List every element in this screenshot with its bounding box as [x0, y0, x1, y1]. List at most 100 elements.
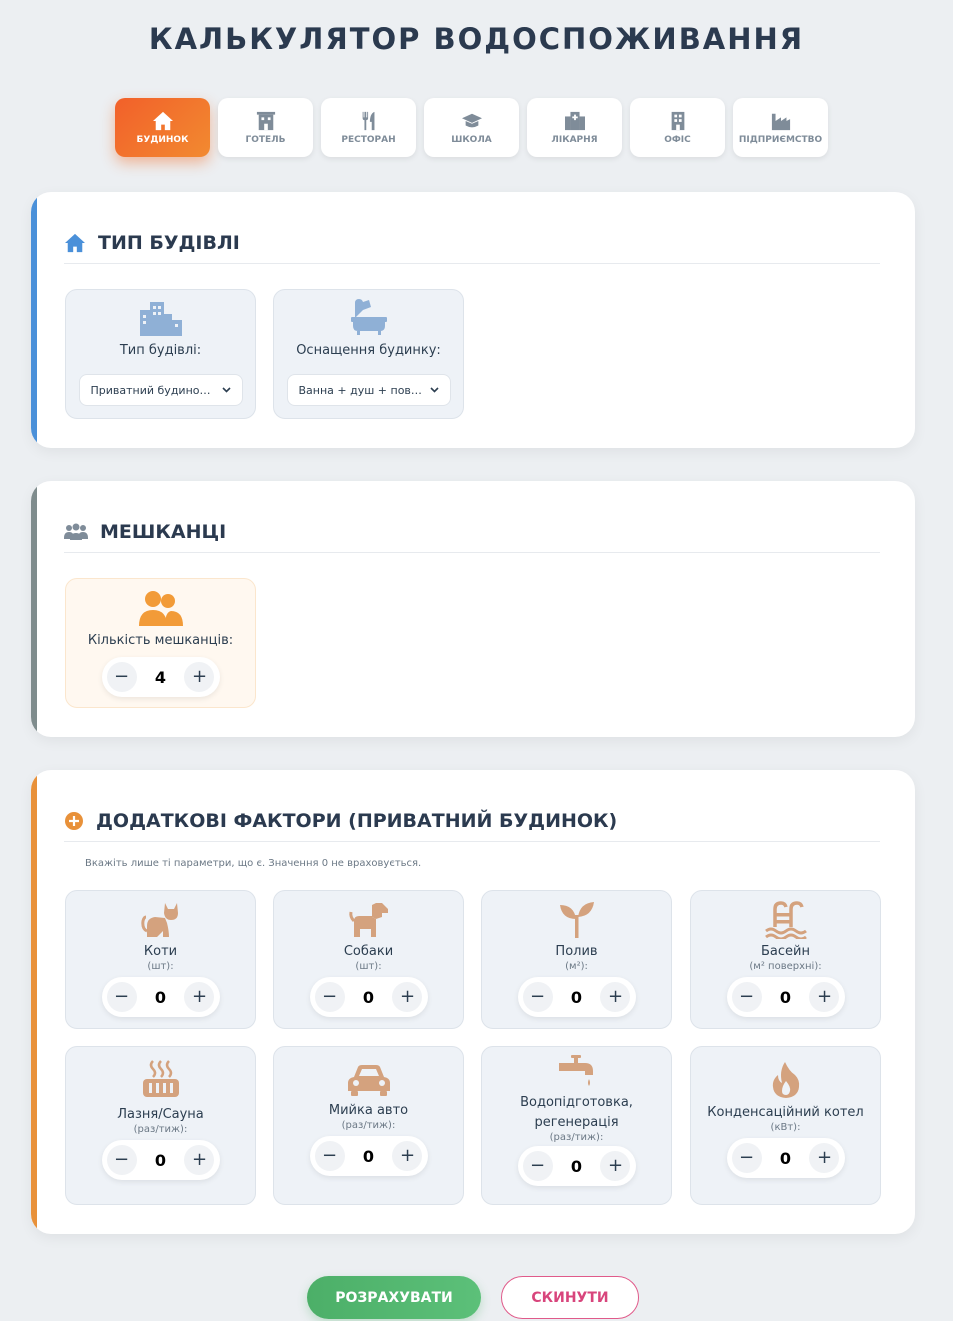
dog-icon	[348, 903, 388, 937]
residents-card: МЕШКАНЦІ Кількість мешканців: − 4 +	[31, 481, 915, 737]
decrement-button[interactable]: −	[106, 1145, 137, 1175]
increment-button[interactable]: +	[392, 982, 423, 1012]
tab-label: ШКОЛА	[451, 134, 492, 145]
faucet-icon	[558, 1055, 593, 1086]
factor-label: Лазня/Сауна	[117, 1107, 204, 1122]
building-type-select[interactable]: Приватний будинок (...	[78, 374, 243, 406]
reset-button[interactable]: СКИНУТИ	[501, 1276, 639, 1319]
plus-circle-icon	[65, 811, 83, 830]
tab-enterprise[interactable]: ПІДПРИЄМСТВО	[733, 98, 828, 157]
residents-count-value[interactable]: 4	[155, 668, 166, 687]
increment-button[interactable]: +	[392, 1141, 423, 1171]
tab-office[interactable]: ОФІС	[630, 98, 725, 157]
sauna-stepper: − 0 +	[101, 1140, 220, 1180]
residents-count-label: Кількість мешканців:	[87, 633, 234, 648]
city-icon	[139, 302, 182, 336]
calculate-button[interactable]: РОЗРАХУВАТИ	[307, 1276, 481, 1319]
pool-tile: Басейн (м² поверхні): − 0 +	[690, 890, 881, 1029]
factor-label: Конденсаційний котел	[707, 1105, 864, 1120]
factor-unit: (шт):	[355, 961, 382, 972]
cat-icon	[140, 903, 178, 937]
factor-value[interactable]: 0	[780, 988, 791, 1007]
select-value: Ванна + душ + повни...	[298, 383, 424, 397]
watering-tile: Полив (м²): − 0 +	[481, 890, 672, 1029]
chevron-down-icon	[429, 387, 439, 393]
building-type-label: Тип будівлі:	[119, 343, 202, 358]
factor-label: Мийка авто	[328, 1103, 409, 1118]
residents-header: МЕШКАНЦІ	[64, 511, 880, 553]
fire-icon	[772, 1062, 799, 1098]
users-icon	[64, 523, 88, 540]
increment-button[interactable]: +	[184, 1145, 215, 1175]
water-treatment-stepper: − 0 +	[517, 1146, 636, 1186]
dogs-tile: Собаки (шт): − 0 +	[273, 890, 464, 1029]
pool-stepper: − 0 +	[726, 977, 845, 1017]
dogs-stepper: − 0 +	[309, 977, 428, 1017]
bath-icon	[350, 299, 387, 335]
pool-icon	[764, 901, 807, 939]
factor-value[interactable]: 0	[363, 1147, 374, 1166]
increment-button[interactable]: +	[809, 1143, 840, 1173]
home-icon	[152, 111, 173, 130]
increment-button[interactable]: +	[600, 982, 631, 1012]
tab-restaurant[interactable]: РЕСТОРАН	[321, 98, 416, 157]
tab-hospital[interactable]: ЛІКАРНЯ	[527, 98, 622, 157]
office-building-icon	[671, 111, 684, 130]
building-type-card: ТИП БУДІВЛІ Тип будівлі: Приватний будин…	[31, 192, 915, 448]
tab-label: ЛІКАРНЯ	[551, 134, 598, 145]
building-tabs: БУДИНОК ГОТЕЛЬ РЕСТОРАН ШКОЛА ЛІКАРНЯ ОФ…	[115, 98, 828, 157]
hotel-icon	[256, 111, 275, 130]
tab-label: РЕСТОРАН	[341, 134, 396, 145]
building-type-tile: Тип будівлі: Приватний будинок (...	[65, 289, 256, 419]
car-wash-tile: Мийка авто (раз/тиж): − 0 +	[273, 1046, 464, 1205]
factor-value[interactable]: 0	[155, 988, 166, 1007]
decrement-button[interactable]: −	[731, 1143, 762, 1173]
increment-button[interactable]: +	[184, 662, 215, 692]
boiler-tile: Конденсаційний котел (кВт): − 0 +	[690, 1046, 881, 1205]
factor-unit: (шт):	[147, 961, 174, 972]
factor-label: Басейн	[761, 944, 810, 959]
equipment-tile: Оснащення будинку: Ванна + душ + повни..…	[273, 289, 464, 419]
water-treatment-tile: Водопідготовка, регенерація (раз/тиж): −…	[481, 1046, 672, 1205]
factor-value[interactable]: 0	[780, 1149, 791, 1168]
tab-school[interactable]: ШКОЛА	[424, 98, 519, 157]
equipment-select[interactable]: Ванна + душ + повни...	[286, 374, 451, 406]
factor-value[interactable]: 0	[155, 1151, 166, 1170]
equipment-label: Оснащення будинку:	[296, 343, 441, 358]
users-icon	[138, 591, 183, 626]
decrement-button[interactable]: −	[314, 1141, 345, 1171]
cats-tile: Коти (шт): − 0 +	[65, 890, 256, 1029]
decrement-button[interactable]: −	[731, 982, 762, 1012]
home-icon	[65, 233, 85, 252]
extra-factors-hint: Вкажіть лише ті параметри, що є. Значенн…	[85, 858, 422, 869]
tab-house[interactable]: БУДИНОК	[115, 98, 210, 157]
tab-hotel[interactable]: ГОТЕЛЬ	[218, 98, 313, 157]
factor-value[interactable]: 0	[571, 1157, 582, 1176]
decrement-button[interactable]: −	[314, 982, 345, 1012]
residents-stepper: − 4 +	[101, 657, 220, 697]
seedling-icon	[559, 902, 594, 938]
factor-unit: (кВт):	[770, 1122, 801, 1133]
decrement-button[interactable]: −	[522, 1151, 553, 1181]
cats-stepper: − 0 +	[101, 977, 220, 1017]
boiler-stepper: − 0 +	[726, 1138, 845, 1178]
extra-factors-card: ДОДАТКОВІ ФАКТОРИ (ПРИВАТНИЙ БУДИНОК) Вк…	[31, 770, 915, 1234]
factor-unit: (м²):	[565, 961, 588, 972]
decrement-button[interactable]: −	[522, 982, 553, 1012]
increment-button[interactable]: +	[600, 1151, 631, 1181]
graduation-cap-icon	[461, 113, 482, 127]
increment-button[interactable]: +	[184, 982, 215, 1012]
sauna-tile: Лазня/Сауна (раз/тиж): − 0 +	[65, 1046, 256, 1205]
residents-tile: Кількість мешканців: − 4 +	[65, 578, 256, 708]
decrement-button[interactable]: −	[106, 982, 137, 1012]
factor-label: Собаки	[343, 944, 394, 959]
factory-icon	[771, 113, 790, 130]
factor-value[interactable]: 0	[571, 988, 582, 1007]
factor-label: Коти	[143, 944, 178, 959]
decrement-button[interactable]: −	[106, 662, 137, 692]
section-title: МЕШКАНЦІ	[100, 520, 227, 543]
factor-unit: (раз/тиж):	[549, 1132, 604, 1143]
increment-button[interactable]: +	[809, 982, 840, 1012]
factor-value[interactable]: 0	[363, 988, 374, 1007]
section-title: ТИП БУДІВЛІ	[98, 231, 240, 254]
